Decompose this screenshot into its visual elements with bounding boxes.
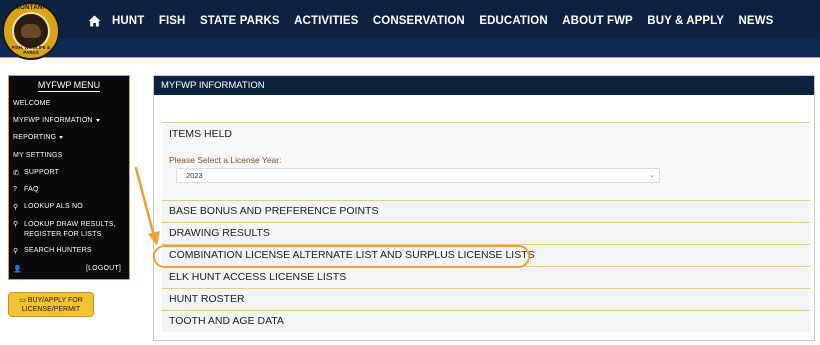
nav-hunt[interactable]: HUNT	[112, 15, 144, 27]
menu-item-faq[interactable]: ? FAQ	[9, 186, 129, 203]
nav-activities[interactable]: ACTIVITIES	[294, 15, 358, 27]
menu-item-lookup-als[interactable]: ⚲ LOOKUP ALS NO	[9, 203, 129, 220]
caret-down-icon	[95, 119, 100, 123]
menu-item-support[interactable]: ✆ SUPPORT	[9, 169, 129, 186]
myfwp-information-panel: MYFWP INFORMATION ITEMS HELD Please Sele…	[153, 75, 815, 341]
panel-sections: ITEMS HELD Please Select a License Year:…	[162, 122, 810, 332]
buy-apply-button[interactable]: ▭ BUY/APPLY FOR LICENSE/PERMIT	[8, 292, 94, 317]
license-year-value: 2023	[186, 171, 203, 180]
nav-news[interactable]: NEWS	[739, 15, 774, 27]
nav-state-parks[interactable]: STATE PARKS	[200, 15, 280, 27]
panel-title: MYFWP INFORMATION	[154, 76, 814, 95]
logo-ring-text: FISH, WILDLIFE & PARKS	[11, 45, 51, 55]
menu-item-welcome[interactable]: WELCOME	[9, 100, 129, 117]
section-tooth-age-data[interactable]: TOOTH AND AGE DATA	[162, 310, 810, 332]
section-drawing-results[interactable]: DRAWING RESULTS	[162, 222, 810, 244]
license-year-label: Please Select a License Year:	[169, 155, 282, 165]
caret-down-icon	[59, 136, 64, 140]
search-icon: ⚲	[13, 248, 19, 256]
search-icon: ⚲	[13, 204, 19, 212]
bear-icon	[21, 24, 41, 38]
menu-item-logout-row: 👤 [LOGOUT]	[9, 265, 129, 282]
question-icon: ?	[13, 185, 18, 193]
license-year-select[interactable]: 2023 ⌄	[176, 168, 660, 183]
nav-about-fwp[interactable]: ABOUT FWP	[562, 15, 633, 27]
items-held-title[interactable]: ITEMS HELD	[162, 123, 810, 140]
search-icon: ⚲	[13, 221, 19, 229]
fwp-logo[interactable]: MONTANA FISH, WILDLIFE & PARKS	[2, 2, 60, 60]
header-strip	[0, 38, 820, 58]
myfwp-menu: MYFWP MENU WELCOME MYFWP INFORMATION REP…	[8, 75, 130, 280]
section-elk-hunt-access[interactable]: ELK HUNT ACCESS LICENSE LISTS	[162, 266, 810, 288]
phone-icon: ✆	[13, 169, 20, 177]
home-icon[interactable]	[84, 10, 104, 32]
section-hunt-roster[interactable]: HUNT ROSTER	[162, 288, 810, 310]
logo-top-text: MONTANA	[14, 5, 48, 11]
menu-item-search-hunters[interactable]: ⚲ SEARCH HUNTERS	[9, 247, 129, 264]
nav-buy-apply[interactable]: BUY & APPLY	[647, 15, 724, 27]
user-icon: 👤	[13, 265, 22, 273]
section-combination-license-lists[interactable]: COMBINATION LICENSE ALTERNATE LIST AND S…	[162, 244, 810, 266]
nav-fish[interactable]: FISH	[159, 15, 186, 27]
chevron-down-icon: ⌄	[649, 172, 655, 179]
nav-conservation[interactable]: CONSERVATION	[373, 15, 465, 27]
menu-item-reporting[interactable]: REPORTING	[9, 134, 129, 151]
menu-item-my-settings[interactable]: MY SETTINGS	[9, 152, 129, 169]
menu-item-myfwp-information[interactable]: MYFWP INFORMATION	[9, 117, 129, 134]
nav-education[interactable]: EDUCATION	[479, 15, 547, 27]
items-held-section: ITEMS HELD Please Select a License Year:…	[162, 122, 810, 200]
menu-title: MYFWP MENU	[37, 80, 101, 92]
card-icon: ▭	[19, 297, 28, 304]
main-nav: HUNT FISH STATE PARKS ACTIVITIES CONSERV…	[84, 10, 788, 32]
section-bonus-preference-points[interactable]: BASE BONUS AND PREFERENCE POINTS	[162, 200, 810, 222]
menu-item-lookup-draw[interactable]: ⚲ LOOKUP DRAW RESULTS, REGISTER FOR LISTS	[9, 220, 129, 247]
logout-link[interactable]: [LOGOUT]	[86, 265, 121, 272]
